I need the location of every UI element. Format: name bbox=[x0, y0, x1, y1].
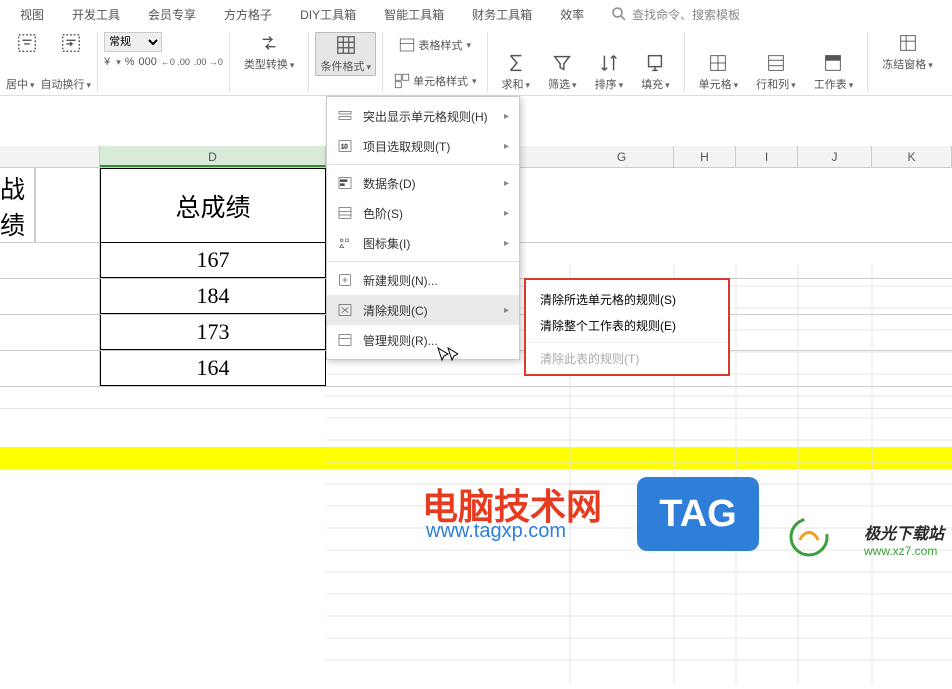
col-I[interactable]: I bbox=[736, 146, 798, 167]
menu-manage-rules[interactable]: 管理规则(R)... bbox=[327, 325, 519, 355]
sheet-button[interactable]: 工作表▾ bbox=[806, 52, 862, 92]
menu-iconset[interactable]: 图标集(I)▸ bbox=[327, 228, 519, 258]
watermark-site1-url: www.tagxp.com bbox=[426, 520, 566, 543]
menu-colorscale[interactable]: 色阶(S)▸ bbox=[327, 198, 519, 228]
inc-decimal-button[interactable]: ←0 .00 bbox=[161, 57, 190, 67]
col-K[interactable]: K bbox=[872, 146, 952, 167]
dec-decimal-button[interactable]: .00 →0 bbox=[194, 57, 223, 67]
table-style-button[interactable]: 表格样式▾ bbox=[394, 34, 475, 56]
svg-text:10: 10 bbox=[341, 145, 348, 151]
cells-button[interactable]: 单元格▾ bbox=[691, 52, 747, 92]
menu-top-rules[interactable]: 10 项目选取规则(T)▸ bbox=[327, 131, 519, 161]
freeze-button[interactable]: 冻结窗格▾ bbox=[874, 32, 941, 72]
tab-efficiency[interactable]: 效率 bbox=[546, 6, 598, 23]
cell-value: 164 bbox=[100, 351, 326, 386]
align-center-label: 居中▾ bbox=[6, 76, 35, 92]
cell-value: 184 bbox=[100, 279, 326, 314]
col-J[interactable]: J bbox=[798, 146, 872, 167]
menu-clear-rules[interactable]: 清除规则(C)▸ bbox=[327, 295, 519, 325]
fill-button[interactable]: 填充▾ bbox=[633, 52, 678, 92]
clear-entire-sheet[interactable]: 清除整个工作表的规则(E) bbox=[526, 312, 728, 338]
sort-button[interactable]: 排序▾ bbox=[587, 52, 632, 92]
menu-highlight-rules[interactable]: 突出显示单元格规则(H)▸ bbox=[327, 101, 519, 131]
col-G[interactable]: G bbox=[570, 146, 674, 167]
cell-value: 173 bbox=[100, 315, 326, 350]
tab-devtools[interactable]: 开发工具 bbox=[58, 6, 134, 23]
tab-member[interactable]: 会员专享 bbox=[134, 6, 210, 23]
currency-button[interactable]: ¥ bbox=[104, 56, 110, 68]
ribbon: 居中▾ 自动换行▾ 常规 ¥▾ % 000 ←0 .00 .00 →0 类型转换… bbox=[0, 28, 952, 96]
rowcol-button[interactable]: 行和列▾ bbox=[748, 52, 804, 92]
menu-databar[interactable]: 数据条(D)▸ bbox=[327, 168, 519, 198]
watermark-logo-icon bbox=[788, 516, 830, 558]
clear-rules-submenu: 清除所选单元格的规则(S) 清除整个工作表的规则(E) 清除此表的规则(T) bbox=[524, 278, 730, 376]
cell-header-partial: 战绩 bbox=[0, 168, 35, 243]
wrap-text-label: 自动换行▾ bbox=[41, 76, 92, 92]
col-D[interactable]: D bbox=[100, 146, 326, 167]
wrap-text-button[interactable] bbox=[52, 32, 90, 54]
conditional-format-button[interactable]: 条件格式▾ bbox=[315, 32, 376, 76]
tab-finance[interactable]: 财务工具箱 bbox=[458, 6, 546, 23]
search-icon bbox=[610, 5, 628, 23]
conditional-format-menu: 突出显示单元格规则(H)▸ 10 项目选取规则(T)▸ 数据条(D)▸ 色阶(S… bbox=[326, 96, 520, 360]
filter-button[interactable]: 筛选▾ bbox=[540, 52, 585, 92]
col-H[interactable]: H bbox=[674, 146, 736, 167]
percent-button[interactable]: % bbox=[125, 56, 135, 68]
clear-selected-cells[interactable]: 清除所选单元格的规则(S) bbox=[526, 286, 728, 312]
clear-this-table: 清除此表的规则(T) bbox=[526, 342, 728, 368]
watermark-site2: 极光下载站 www.xz7.com bbox=[864, 520, 944, 558]
menu-tabs: 视图 开发工具 会员专享 方方格子 DIY工具箱 智能工具箱 财务工具箱 效率 … bbox=[0, 0, 952, 28]
comma-button[interactable]: 000 bbox=[139, 56, 157, 68]
tab-diy[interactable]: DIY工具箱 bbox=[286, 6, 370, 23]
cell-header-total: 总成绩 bbox=[100, 168, 326, 243]
search-placeholder: 查找命令、搜索模板 bbox=[632, 6, 740, 23]
tab-view[interactable]: 视图 bbox=[6, 6, 58, 23]
cursor-icon bbox=[436, 346, 458, 367]
watermark-tag: TAG bbox=[637, 477, 759, 551]
type-convert-button[interactable]: 类型转换▾ bbox=[236, 32, 303, 72]
tab-ffgz[interactable]: 方方格子 bbox=[210, 6, 286, 23]
sum-button[interactable]: 求和▾ bbox=[494, 52, 539, 92]
search-box[interactable]: 查找命令、搜索模板 bbox=[610, 5, 740, 23]
number-format-select[interactable]: 常规 bbox=[104, 32, 162, 52]
align-center-button[interactable] bbox=[8, 32, 46, 54]
menu-new-rule[interactable]: 新建规则(N)... bbox=[327, 265, 519, 295]
cell-value: 167 bbox=[100, 243, 326, 278]
cell-style-button[interactable]: 单元格样式▾ bbox=[389, 70, 481, 92]
tab-smart[interactable]: 智能工具箱 bbox=[370, 6, 458, 23]
